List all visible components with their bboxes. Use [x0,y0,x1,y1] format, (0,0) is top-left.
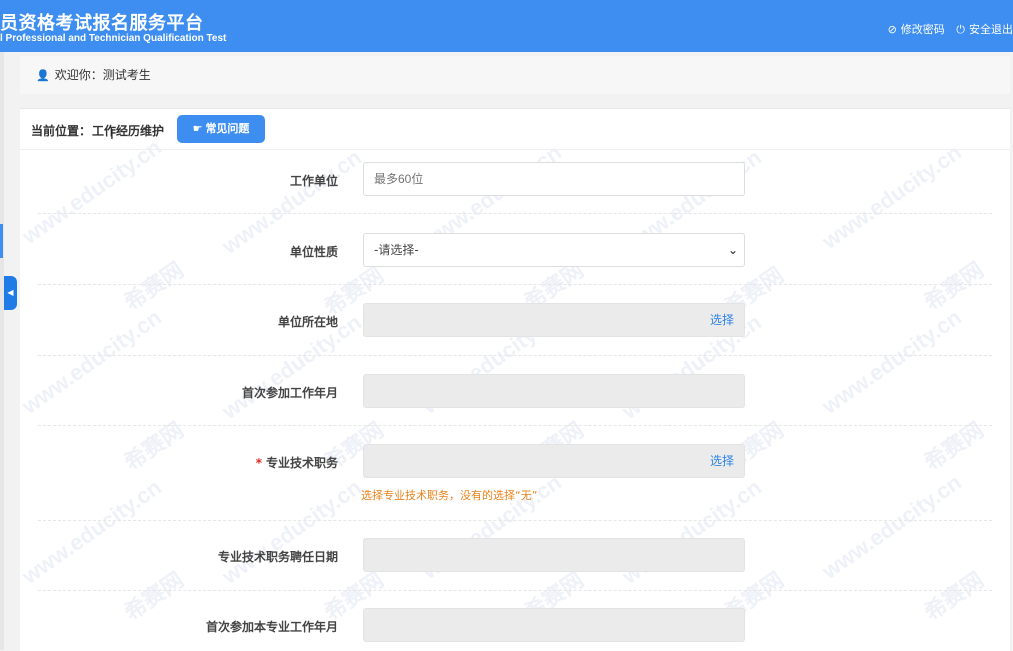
unit-nature-selected-value: -请选择- [374,243,419,257]
welcome-bar: 👤 欢迎你：测试考生 [20,56,1010,94]
top-header: 员资格考试报名服务平台 l Professional and Technicia… [0,0,1013,52]
sidebar-strip [0,52,4,650]
unit-location-choose-link[interactable]: 选择 [710,304,734,336]
professional-title-choose-link[interactable]: 选择 [710,445,734,477]
watermark: 希赛网 [119,257,189,316]
change-password-link[interactable]: ⊘ 修改密码 [888,21,945,37]
professional-title-field: 选择 [363,444,745,478]
platform-subtitle: l Professional and Technician Qualificat… [0,33,227,44]
work-unit-input[interactable] [363,162,745,196]
field-label-first-professional-work-date: 首次参加本专业工作年月 [205,620,338,634]
user-icon: 👤 [36,69,50,82]
chevron-down-icon: ⌄ [727,243,738,257]
watermark: www.educity.cn [17,134,166,249]
sidebar-toggle-button[interactable]: ◀ [4,276,17,310]
watermark: www.educity.cn [817,139,966,254]
power-icon: ⏻ [956,23,965,36]
logout-label: 安全退出 [969,23,1013,36]
field-label-professional-title: * 专业技术职务 [118,454,338,471]
first-work-date-field[interactable] [363,374,745,408]
main-panel: www.educity.cn www.educity.cn www.educit… [17,108,1010,651]
watermark: 希赛网 [919,257,989,316]
watermark: www.educity.cn [617,474,766,589]
edit-icon: ⊘ [887,23,897,36]
row-divider [38,520,992,521]
welcome-text: 欢迎你：测试考生 [54,68,151,82]
faq-button-label: 常见问题 [205,122,250,135]
watermark: www.educity.cn [817,304,966,419]
watermark: www.educity.cn [817,469,966,584]
required-mark: * [255,456,262,470]
professional-title-label: 专业技术职务 [265,456,338,470]
sidebar-active-marker [0,224,3,258]
first-professional-work-date-field[interactable] [363,608,745,642]
chevron-left-icon: ◀ [7,288,14,297]
row-divider [38,284,992,285]
change-password-label: 修改密码 [900,23,945,36]
professional-title-hint: 选择专业技术职务，没有的选择“无” [361,489,538,502]
row-divider [38,590,992,591]
faq-button[interactable]: ☛ 常见问题 [177,115,265,143]
breadcrumb-current-page: 工作经历维护 [92,124,165,138]
text-cursor-icon: I [110,128,114,143]
row-divider [38,355,992,356]
field-label-title-appointment-date: 专业技术职务聘任日期 [217,550,338,564]
breadcrumb: 当前位置： 工作经历维护 ☛ 常见问题 [20,109,1010,150]
unit-location-field: 选择 [363,303,745,337]
field-label-unit-nature: 单位性质 [289,245,338,259]
breadcrumb-label: 当前位置： [31,124,92,138]
field-label-first-work-date: 首次参加工作年月 [241,386,338,400]
watermark: 希赛网 [919,567,989,626]
row-divider [38,213,992,214]
watermark: www.educity.cn [217,474,366,589]
unit-nature-select[interactable]: -请选择- ⌄ [363,233,745,267]
logout-link[interactable]: ⏻ 安全退出 [956,21,1013,37]
platform-title: 员资格考试报名服务平台 [0,13,204,34]
row-divider [38,425,992,426]
title-appointment-date-field[interactable] [363,538,745,572]
field-label-unit-location: 单位所在地 [277,315,338,329]
field-label-work-unit: 工作单位 [289,174,338,188]
pointing-hand-icon: ☛ [192,122,203,135]
watermark: www.educity.cn [17,474,166,589]
header-links: ⊘ 修改密码 ⏻ 安全退出 [880,21,1013,37]
watermark: 希赛网 [919,417,989,476]
